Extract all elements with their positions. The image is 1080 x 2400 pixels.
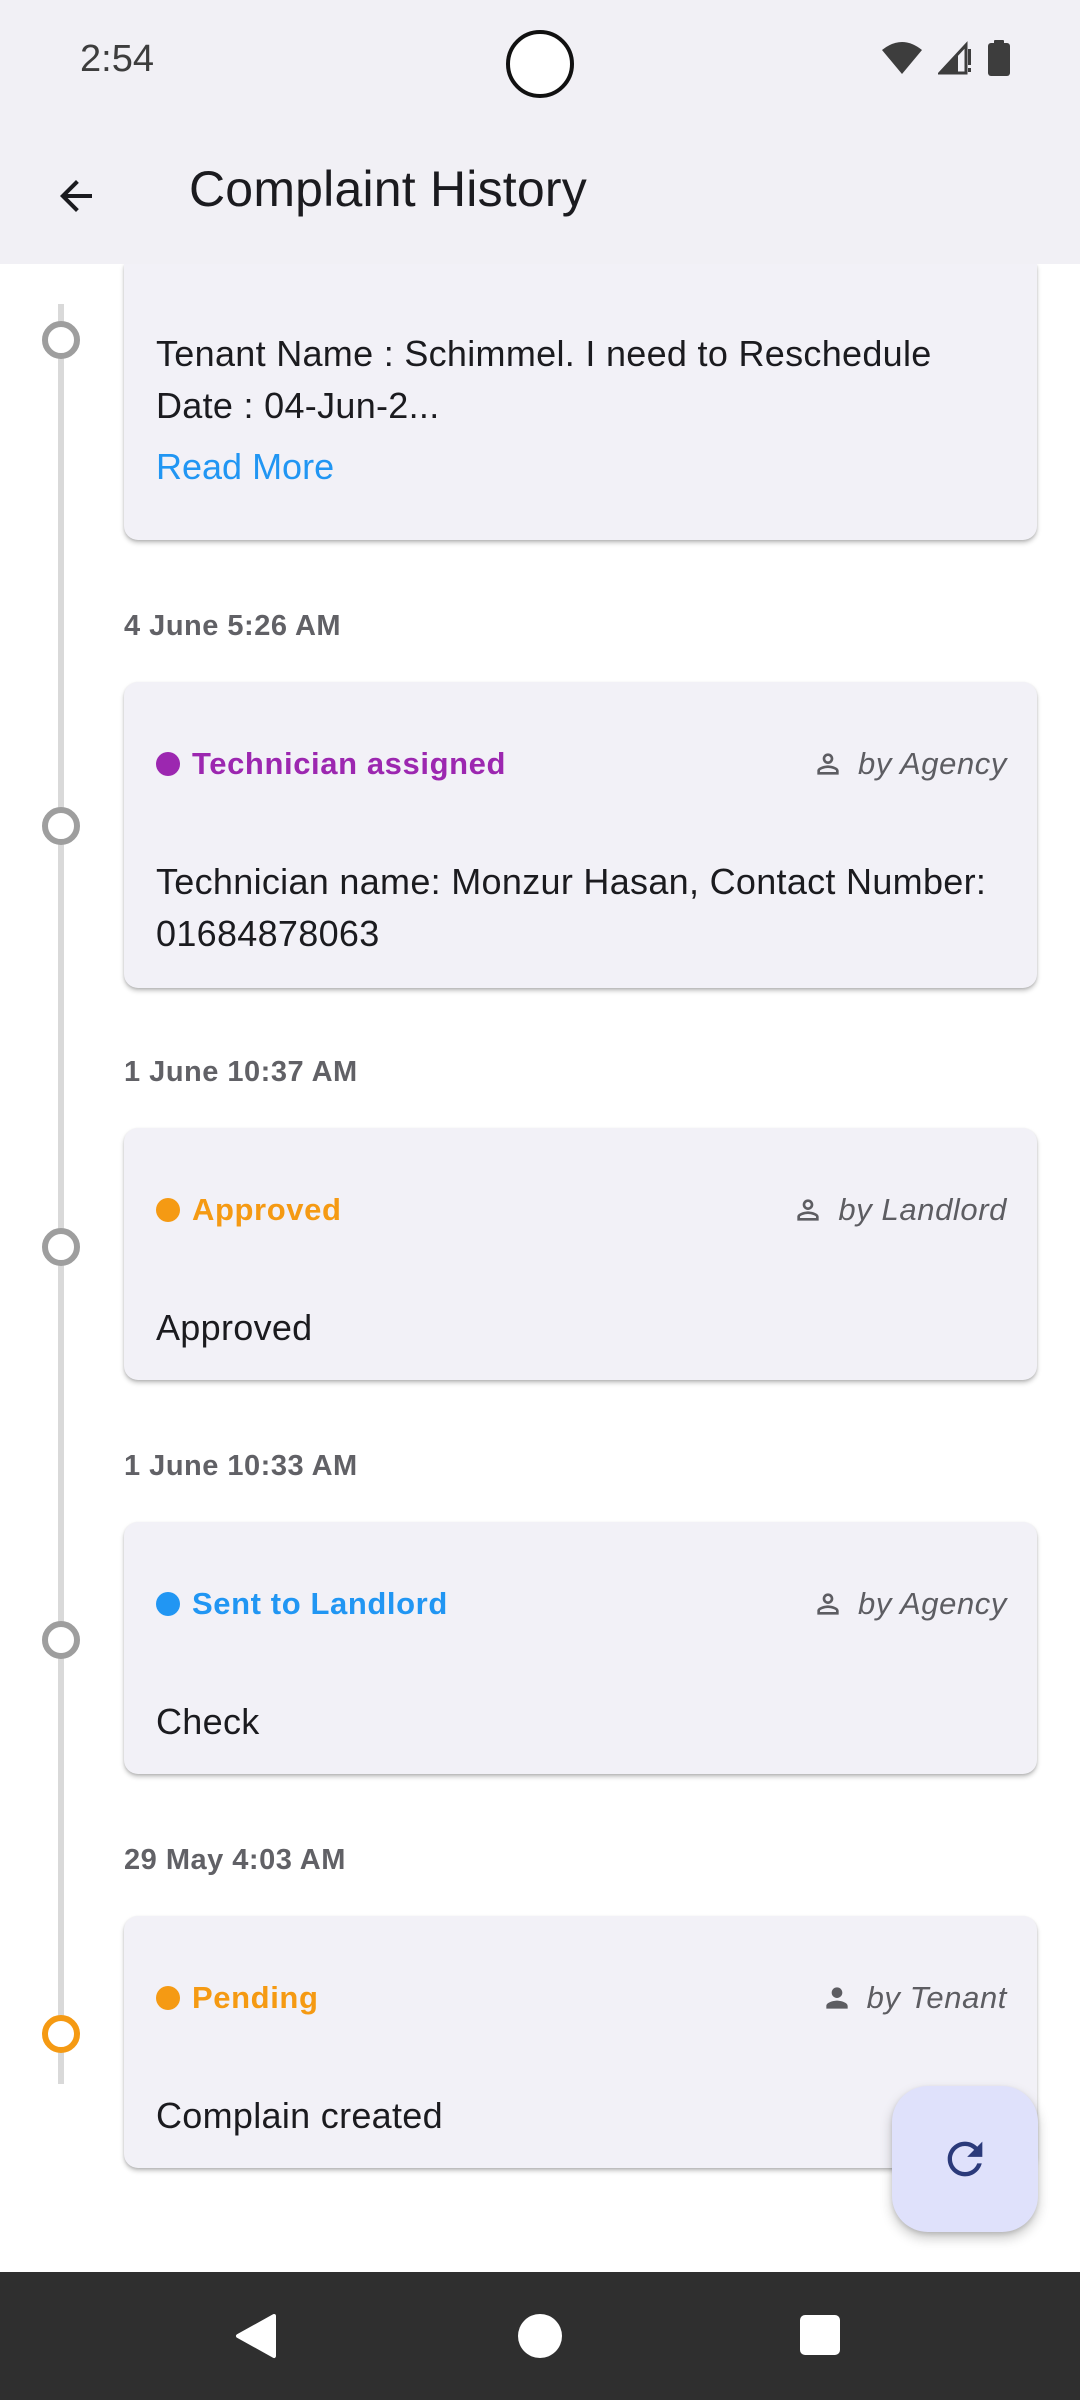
refresh-icon: [947, 2141, 983, 2177]
status-time: 2:54: [80, 38, 154, 80]
status-badge: Pending: [156, 1980, 318, 2016]
person-filled-icon: [825, 1987, 848, 2009]
wifi-icon: [882, 42, 922, 74]
entry-date: 1 June 10:33 AM: [124, 1450, 358, 1482]
read-more-link[interactable]: Read More: [156, 446, 334, 488]
status-dot: [156, 1592, 180, 1616]
nav-home-icon[interactable]: [518, 2314, 562, 2358]
person-icon: [817, 1593, 839, 1615]
timeline-dot: [42, 1228, 80, 1266]
person-icon: [817, 753, 839, 775]
author-label: by Landlord: [838, 1192, 1007, 1227]
card-header: Technician assigned by Agency: [156, 744, 1007, 784]
status-badge: Technician assigned: [156, 746, 506, 782]
status-label: Pending: [192, 1980, 319, 2015]
author: by Tenant: [821, 1980, 1007, 2016]
status-dot: [156, 1198, 180, 1222]
history-card: Sent to Landlord by Agency Check: [124, 1522, 1037, 1774]
card-body: Check: [156, 1701, 260, 1742]
timeline-dot: [42, 321, 80, 359]
author-label: by Tenant: [866, 1980, 1007, 2015]
status-label: Approved: [192, 1192, 342, 1227]
card-body: Technician name: Monzur Hasan, Contact N…: [156, 861, 987, 954]
nav-recents-icon[interactable]: [800, 2315, 840, 2355]
refresh-button[interactable]: [892, 2086, 1038, 2232]
entry-date: 29 May 4:03 AM: [124, 1844, 346, 1876]
system-nav-bar: [0, 2272, 1080, 2400]
status-dot: [156, 752, 180, 776]
status-icons: [882, 40, 1010, 76]
card-header: Approved by Landlord: [156, 1190, 1007, 1230]
card-header: Sent to Landlord by Agency: [156, 1584, 1007, 1624]
timeline-line: [58, 304, 64, 2084]
camera-cutout: [506, 30, 574, 98]
status-dot: [156, 1986, 180, 2010]
app-bar: Complaint History: [0, 130, 1080, 264]
timeline-dot-active: [42, 2015, 80, 2053]
card-body: Tenant Name : Schimmel. I need to Resche…: [156, 333, 932, 426]
author: by Landlord: [792, 1192, 1007, 1228]
status-label: Technician assigned: [192, 746, 507, 781]
card-body: Approved: [156, 1307, 313, 1348]
timeline-dot: [42, 807, 80, 845]
author: by Agency: [812, 746, 1007, 782]
status-badge: Approved: [156, 1192, 341, 1228]
history-card: Technician assigned by Agency Technician…: [124, 682, 1037, 988]
complaint-history-list[interactable]: Tenant Name : Schimmel. I need to Resche…: [0, 264, 1080, 2272]
person-icon: [797, 1199, 820, 1221]
author-label: by Agency: [857, 746, 1007, 781]
entry-date: 1 June 10:37 AM: [124, 1056, 358, 1088]
author: by Agency: [812, 1586, 1007, 1622]
page-title: Complaint History: [189, 161, 587, 217]
battery-icon: [988, 40, 1010, 76]
status-label: Sent to Landlord: [192, 1586, 448, 1621]
cell-signal-icon: [938, 41, 971, 75]
author-label: by Agency: [857, 1586, 1007, 1621]
history-card: Approved by Landlord Approved: [124, 1128, 1037, 1380]
entry-date: 4 June 5:26 AM: [124, 610, 342, 642]
status-bar: 2:54: [0, 0, 1080, 130]
screen: 2:54 Complaint History Tenant Name : Sch…: [0, 0, 1080, 2400]
card-body: Complain created: [156, 2095, 443, 2136]
card-header: Pending by Tenant: [156, 1978, 1007, 2018]
nav-back-icon[interactable]: [232, 2312, 278, 2360]
history-card: Tenant Name : Schimmel. I need to Resche…: [124, 264, 1037, 540]
status-badge: Sent to Landlord: [156, 1586, 448, 1622]
back-button[interactable]: [36, 156, 116, 236]
timeline-dot: [42, 1621, 80, 1659]
arrow-back-icon: [60, 180, 92, 212]
